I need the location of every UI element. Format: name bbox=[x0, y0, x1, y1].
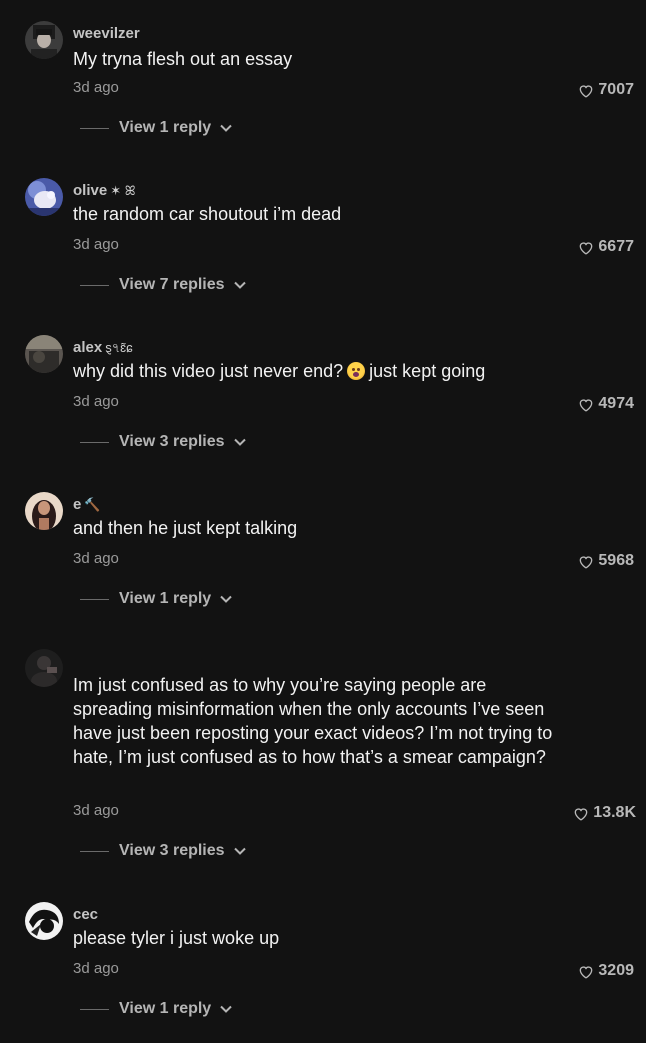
username[interactable]: cec bbox=[73, 906, 98, 923]
like-count: 3209 bbox=[598, 962, 634, 979]
timestamp: 3d ago bbox=[73, 79, 119, 96]
username-text: alex bbox=[73, 339, 103, 356]
username-text: cec bbox=[73, 906, 99, 923]
chevron-down-icon bbox=[233, 433, 246, 451]
heart-outline-icon bbox=[580, 398, 593, 412]
divider-line bbox=[80, 850, 109, 852]
username-decoration: 🔨 bbox=[84, 497, 101, 512]
like-button[interactable]: 4974 bbox=[578, 395, 634, 413]
view-replies-label: View 3 replies bbox=[119, 842, 225, 859]
chevron-down-icon bbox=[220, 590, 232, 608]
chevron-down-icon bbox=[233, 842, 246, 860]
divider-line bbox=[80, 127, 109, 129]
like-button[interactable]: 5968 bbox=[578, 552, 634, 570]
timestamp: 3d ago bbox=[73, 550, 119, 567]
like-count: 5968 bbox=[598, 552, 634, 569]
avatar[interactable] bbox=[25, 335, 63, 373]
divider-line bbox=[80, 441, 109, 443]
comment-text: Im just confused as to why you’re saying… bbox=[73, 675, 553, 767]
divider-line bbox=[80, 1008, 109, 1010]
view-replies-button[interactable]: View 3 replies bbox=[80, 842, 246, 860]
username-decoration: ✶ ꕤ bbox=[110, 183, 136, 198]
chevron-down-icon bbox=[220, 1000, 232, 1018]
heart-outline-icon bbox=[580, 84, 593, 98]
chevron-down-icon bbox=[233, 276, 246, 294]
like-count: 6677 bbox=[598, 238, 634, 255]
comment-text: why did this video just never end? just k… bbox=[73, 359, 563, 383]
timestamp: 3d ago bbox=[73, 236, 119, 253]
username-decoration: ȿ৭ɛ̃ɕ bbox=[105, 340, 133, 355]
view-replies-button[interactable]: View 7 replies bbox=[80, 276, 246, 294]
avatar[interactable] bbox=[25, 492, 63, 530]
heart-outline-icon bbox=[580, 965, 593, 979]
like-button[interactable]: 6677 bbox=[578, 238, 634, 256]
heart-outline-icon bbox=[580, 555, 593, 569]
divider-line bbox=[80, 284, 109, 286]
view-replies-label: View 3 replies bbox=[119, 433, 225, 450]
username-text: e bbox=[73, 496, 82, 513]
view-replies-label: View 1 reply bbox=[119, 590, 212, 607]
avatar[interactable] bbox=[25, 21, 63, 59]
avatar[interactable] bbox=[25, 902, 63, 940]
avatar[interactable] bbox=[25, 649, 63, 687]
view-replies-label: View 1 reply bbox=[119, 1000, 212, 1017]
username[interactable]: weevilzer bbox=[73, 25, 140, 42]
comment-text: and then he just kept talking bbox=[73, 518, 298, 538]
divider-line bbox=[80, 598, 109, 600]
comment-text: please tyler i just woke up bbox=[73, 928, 280, 948]
view-replies-button[interactable]: View 1 reply bbox=[80, 590, 232, 608]
view-replies-button[interactable]: View 3 replies bbox=[80, 433, 246, 451]
view-replies-button[interactable]: View 1 reply bbox=[80, 119, 232, 137]
comment-text-part: why did this video just never end? bbox=[73, 361, 344, 381]
avatar[interactable] bbox=[25, 178, 63, 216]
timestamp: 3d ago bbox=[73, 802, 119, 819]
username[interactable]: alex ȿ৭ɛ̃ɕ bbox=[73, 339, 133, 360]
view-replies-label: View 1 reply bbox=[119, 119, 212, 136]
heart-outline-icon bbox=[580, 241, 593, 255]
username[interactable]: e 🔨 bbox=[73, 496, 101, 513]
comment-text: My tryna flesh out an essay bbox=[73, 49, 293, 69]
comment-text-part: just kept going bbox=[369, 361, 486, 381]
view-replies-label: View 7 replies bbox=[119, 276, 225, 293]
like-button[interactable]: 3209 bbox=[578, 962, 634, 980]
face-screaming-emoji-icon bbox=[347, 362, 366, 380]
username-text: weevilzer bbox=[73, 25, 140, 42]
username-text: olive bbox=[73, 182, 108, 199]
like-count: 7007 bbox=[598, 81, 634, 98]
like-button[interactable]: 13.8K bbox=[573, 804, 636, 822]
username[interactable]: olive ✶ ꕤ bbox=[73, 182, 136, 199]
like-count: 13.8K bbox=[593, 804, 636, 821]
heart-outline-icon bbox=[574, 807, 588, 821]
timestamp: 3d ago bbox=[73, 393, 119, 410]
chevron-down-icon bbox=[220, 119, 232, 137]
timestamp: 3d ago bbox=[73, 960, 119, 977]
like-button[interactable]: 7007 bbox=[578, 81, 634, 99]
view-replies-button[interactable]: View 1 reply bbox=[80, 1000, 232, 1018]
like-count: 4974 bbox=[598, 395, 634, 412]
comment-text: the random car shoutout i’m dead bbox=[73, 204, 342, 224]
